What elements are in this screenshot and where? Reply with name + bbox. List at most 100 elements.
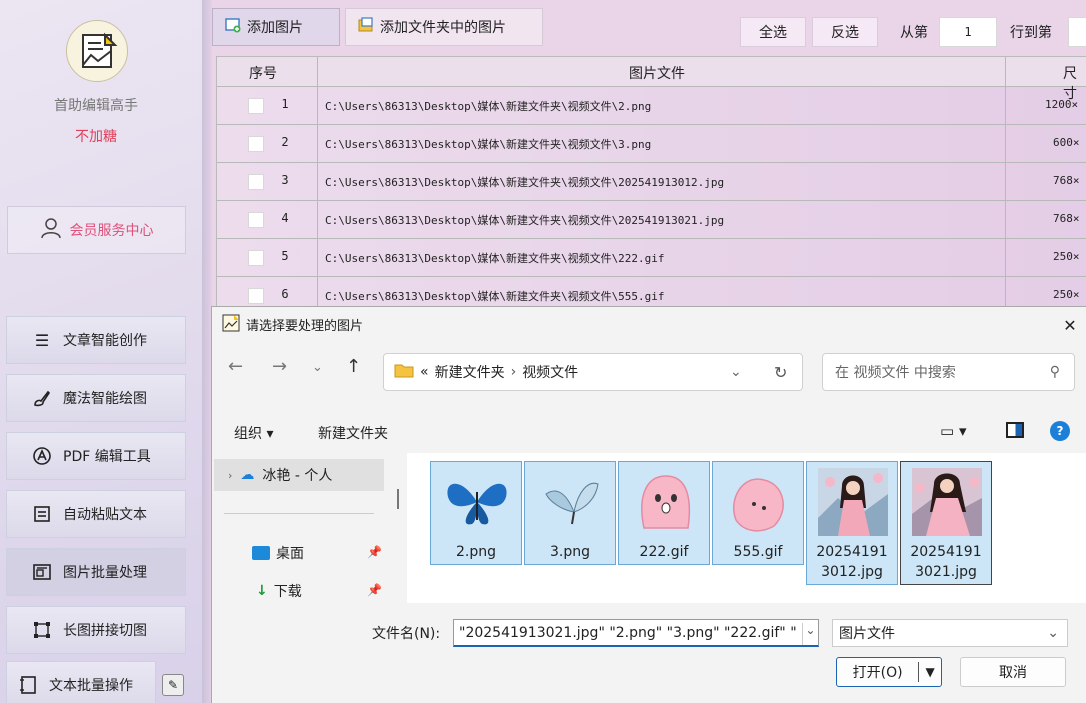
nav-long-image[interactable]: 长图拼接切图: [6, 606, 186, 654]
pin-icon[interactable]: 📌: [367, 583, 382, 597]
preview-pane-icon[interactable]: [1006, 422, 1024, 438]
pin-icon[interactable]: 📌: [367, 545, 382, 559]
chevron-down-icon[interactable]: ⌄: [730, 364, 742, 380]
filetype-select[interactable]: 图片文件 ⌄: [832, 619, 1068, 647]
dialog-footer: 文件名(N): "202541913021.jpg" "2.png" "3.pn…: [212, 603, 1086, 703]
file-item[interactable]: 222.gif: [618, 461, 710, 565]
nav-downloads-label: 下载: [273, 584, 302, 600]
table-row[interactable]: 2 C:\Users\86313\Desktop\媒体\新建文件夹\视频文件\3…: [217, 125, 1086, 163]
table-row[interactable]: 3 C:\Users\86313\Desktop\媒体\新建文件夹\视频文件\2…: [217, 163, 1086, 201]
row-checkbox[interactable]: [248, 98, 264, 114]
folder-image-icon: [358, 17, 374, 37]
dialog-app-icon: [222, 314, 240, 336]
expand-chevron-icon[interactable]: ›: [228, 469, 232, 482]
portrait-girl-thumbnail: [909, 468, 985, 536]
row-checkbox[interactable]: [248, 136, 264, 152]
edit-icon[interactable]: ✎: [162, 674, 184, 696]
breadcrumb-overflow[interactable]: «: [420, 364, 429, 380]
new-folder-button[interactable]: 新建文件夹: [318, 423, 388, 443]
user-icon: [40, 217, 62, 243]
image-file-table: 序号 图片文件 尺寸 1 C:\Users\86313\Desktop\媒体\新…: [216, 56, 1086, 319]
pane-scrollbar[interactable]: [397, 489, 399, 509]
nav-pdf-tools[interactable]: PDF 编辑工具: [6, 432, 186, 480]
refresh-icon[interactable]: ↻: [774, 363, 787, 382]
nav-desktop[interactable]: 桌面: [252, 543, 304, 563]
forward-arrow-icon[interactable]: →: [272, 356, 287, 377]
pink-ghost-thumbnail: [627, 468, 703, 536]
table-row[interactable]: 5 C:\Users\86313\Desktop\媒体\新建文件夹\视频文件\2…: [217, 239, 1086, 277]
add-image-icon: [225, 17, 241, 37]
file-item[interactable]: 20254191 3012.jpg: [806, 461, 898, 585]
nav-label: PDF 编辑工具: [63, 449, 151, 465]
back-arrow-icon[interactable]: ←: [228, 356, 243, 377]
add-image-button[interactable]: 添加图片: [212, 8, 340, 46]
cloud-icon: ☁: [240, 467, 255, 483]
file-item[interactable]: 555.gif: [712, 461, 804, 565]
help-icon[interactable]: ?: [1050, 421, 1070, 441]
stitch-icon: [31, 619, 53, 641]
row-path: C:\Users\86313\Desktop\媒体\新建文件夹\视频文件\202…: [325, 176, 725, 189]
nav-divider: [224, 513, 374, 514]
breadcrumb-video-files[interactable]: 视频文件: [522, 362, 578, 382]
row-checkbox[interactable]: [248, 212, 264, 228]
organize-menu[interactable]: 组织 ▾: [234, 423, 273, 443]
nav-magic-drawing[interactable]: 魔法智能绘图: [6, 374, 186, 422]
address-bar[interactable]: « 新建文件夹 › 视频文件 ⌄ ↻: [383, 353, 803, 391]
nav-label: 文本批量操作: [49, 678, 133, 694]
table-row[interactable]: 4 C:\Users\86313\Desktop\媒体\新建文件夹\视频文件\2…: [217, 201, 1086, 239]
header-file: 图片文件: [629, 66, 685, 82]
search-placeholder: 在 视频文件 中搜索: [835, 365, 956, 381]
nav-label: 图片批量处理: [63, 565, 147, 581]
up-arrow-icon[interactable]: ↑: [346, 356, 361, 377]
file-item[interactable]: 2.png: [430, 461, 522, 565]
filename-value: "202541913021.jpg" "2.png" "3.png" "222.…: [459, 624, 797, 641]
breadcrumb-new-folder[interactable]: 新建文件夹: [435, 362, 505, 382]
command-bar: 组织 ▾ 新建文件夹 ▭ ▾ ?: [212, 413, 1086, 453]
table-row[interactable]: 1 C:\Users\86313\Desktop\媒体\新建文件夹\视频文件\2…: [217, 87, 1086, 125]
image-batch-icon: [31, 561, 53, 583]
from-row-input[interactable]: 1: [939, 17, 997, 47]
file-item-focused[interactable]: 20254191 3021.jpg: [900, 461, 992, 585]
search-input[interactable]: 在 视频文件 中搜索 ⚲: [822, 353, 1075, 391]
close-icon[interactable]: ✕: [1058, 313, 1082, 337]
table-header: 序号 图片文件 尺寸: [217, 57, 1086, 102]
filename-input[interactable]: "202541913021.jpg" "2.png" "3.png" "222.…: [453, 619, 819, 647]
view-options-icon[interactable]: ▭ ▾: [940, 422, 966, 440]
nav-downloads[interactable]: ↓ 下载: [256, 581, 302, 601]
select-all-button[interactable]: 全选: [740, 17, 806, 47]
header-index: 序号: [249, 66, 277, 82]
paste-icon: [31, 503, 53, 525]
add-folder-images-label: 添加文件夹中的图片: [380, 20, 506, 36]
text-batch-icon: [17, 674, 39, 696]
cancel-button[interactable]: 取消: [960, 657, 1066, 687]
row-path: C:\Users\86313\Desktop\媒体\新建文件夹\视频文件\222…: [325, 252, 665, 265]
nav-article-creation[interactable]: ☰ 文章智能创作: [6, 316, 186, 364]
nav-desktop-label: 桌面: [276, 546, 304, 562]
invert-select-button[interactable]: 反选: [812, 17, 878, 47]
row-size: 250×: [1053, 250, 1080, 263]
row-size: 768×: [1053, 174, 1080, 187]
add-folder-images-button[interactable]: 添加文件夹中的图片: [345, 8, 543, 46]
row-checkbox[interactable]: [248, 250, 264, 266]
dropdown-arrow-icon[interactable]: ▼: [919, 665, 941, 679]
app-subtitle[interactable]: 不加糖: [0, 126, 192, 146]
row-index: 5: [281, 249, 289, 263]
open-button[interactable]: 打开(O) ▼: [836, 657, 942, 687]
nav-image-batch[interactable]: 图片批量处理: [6, 548, 186, 596]
member-service-button[interactable]: 会员服务中心: [7, 206, 186, 254]
to-row-input[interactable]: [1068, 17, 1086, 47]
dialog-nav-row: ← → ⌄ ↑ « 新建文件夹 › 视频文件 ⌄ ↻ 在 视频文件 中搜索 ⚲: [212, 342, 1086, 392]
search-icon: ⚲: [1049, 364, 1060, 380]
nav-onedrive[interactable]: › ☁ 冰艳 - 个人: [214, 459, 384, 491]
pale-butterfly-thumbnail: [533, 468, 609, 536]
file-item[interactable]: 3.png: [524, 461, 616, 565]
to-row-label: 行到第: [1010, 25, 1052, 41]
row-checkbox[interactable]: [248, 174, 264, 190]
row-index: 2: [281, 135, 289, 149]
nav-auto-paste[interactable]: 自动粘贴文本: [6, 490, 186, 538]
filename-dropdown-icon[interactable]: ⌄: [802, 623, 818, 645]
breadcrumb-separator-icon: ›: [510, 364, 517, 380]
recent-chevron-icon[interactable]: ⌄: [312, 360, 323, 375]
nav-text-batch[interactable]: 文本批量操作: [6, 661, 156, 703]
row-checkbox[interactable]: [248, 288, 264, 304]
